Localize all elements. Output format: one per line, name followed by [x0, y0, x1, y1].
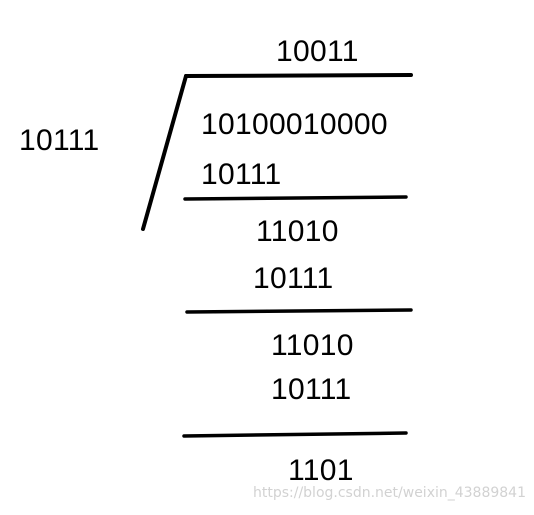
- subtraction-line-3: [182, 431, 408, 438]
- division-strokes: [141, 73, 413, 438]
- subtrahend-2: 10111: [253, 262, 334, 295]
- division-bracket-slash: [141, 74, 188, 231]
- subtrahend-1: 10111: [201, 158, 282, 191]
- quotient: 10011: [276, 35, 359, 68]
- subtraction-line-2: [185, 308, 413, 314]
- subtraction-line-1: [183, 195, 408, 201]
- watermark: https://blog.csdn.net/weixin_43889841: [252, 485, 526, 501]
- remainder-final: 1101: [288, 454, 354, 487]
- division-bar: [184, 73, 413, 78]
- dividend: 10100010000: [201, 108, 388, 141]
- remainder-1: 11010: [256, 215, 339, 248]
- remainder-2: 11010: [271, 329, 354, 362]
- divisor: 10111: [19, 124, 100, 157]
- long-division-diagram: 10111 10011 10100010000 10111 11010 1011…: [0, 0, 534, 515]
- subtrahend-3: 10111: [271, 373, 352, 406]
